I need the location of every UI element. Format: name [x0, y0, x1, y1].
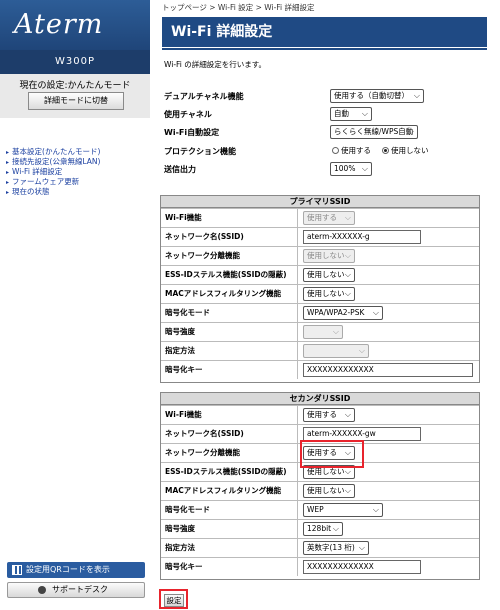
secondary-encryption-mode-select[interactable]: WEP ⌵: [303, 503, 383, 517]
nav-item-status[interactable]: ▸ 現在の状態: [6, 187, 100, 197]
chevron-down-icon: ⌵: [332, 327, 339, 336]
primary-method-select[interactable]: ⌵: [303, 344, 369, 358]
protection-radio-off[interactable]: 使用しない: [382, 145, 429, 156]
sidebar-nav: ▸ 基本設定(かんたんモード) ▸ 接続先設定(公衆無線LAN) ▸ Wi-Fi 詳細…: [6, 147, 100, 197]
table-row: 暗号化キー XXXXXXXXXXXXX: [161, 557, 479, 576]
tx-power-select[interactable]: 100% ⌵: [330, 162, 372, 176]
secondary-mac-filter-select[interactable]: 使用しない ⌵: [303, 484, 355, 498]
qr-icon: [12, 565, 22, 575]
protection-radio-use[interactable]: 使用する: [332, 145, 371, 156]
table-row: ネットワーク名(SSID) aterm-XXXXXX-g: [161, 227, 479, 246]
nav-item-wifi-detail[interactable]: ▸ Wi-Fi 詳細設定: [6, 167, 100, 177]
auto-setup-select[interactable]: らくらく無線/WPS自動 ⌵: [330, 125, 418, 139]
switch-mode-button[interactable]: 詳細モードに切替: [28, 92, 124, 110]
bullet-icon: ▸: [6, 149, 10, 156]
channel-label: 使用チャネル: [164, 110, 212, 119]
nav-item-basic[interactable]: ▸ 基本設定(かんたんモード): [6, 147, 100, 157]
radio-icon: [332, 147, 339, 154]
primary-stealth-select[interactable]: 使用しない ⌵: [303, 268, 355, 282]
chevron-down-icon: ⌵: [372, 308, 379, 317]
chevron-down-icon: ⌵: [372, 505, 379, 514]
channel-select[interactable]: 自動 ⌵: [330, 107, 372, 121]
table-row: MACアドレスフィルタリング機能 使用しない ⌵: [161, 284, 479, 303]
table-row: Wi-Fi機能 使用する ⌵: [161, 208, 479, 227]
radio-selected-icon: [382, 147, 389, 154]
primary-encryption-mode-select[interactable]: WPA/WPA2-PSK ⌵: [303, 306, 383, 320]
support-icon: [38, 586, 46, 594]
chevron-down-icon: ⌵: [344, 251, 351, 260]
bullet-icon: ▸: [6, 159, 10, 166]
table-row: 指定方法 英数字(13 桁) ⌵: [161, 538, 479, 557]
chevron-down-icon: ⌵: [344, 289, 351, 298]
secondary-method-select[interactable]: 英数字(13 桁) ⌵: [303, 541, 369, 555]
page-description: Wi-Fi の詳細設定を行います。: [164, 60, 267, 69]
primary-encryption-strength-select[interactable]: ⌵: [303, 325, 343, 339]
secondary-ssid-header: セカンダリSSID: [161, 393, 479, 405]
title-divider: [162, 48, 487, 50]
table-row: 暗号化モード WPA/WPA2-PSK ⌵: [161, 303, 479, 322]
primary-ssid-input[interactable]: aterm-XXXXXX-g: [303, 230, 421, 244]
chevron-down-icon: ⌵: [344, 486, 351, 495]
main-content: トップページ > Wi-Fi 設定 > Wi-Fi 詳細設定 Wi-Fi 詳細設…: [150, 0, 500, 610]
auto-setup-label: Wi-Fi自動設定: [164, 128, 220, 137]
chevron-down-icon: ⌵: [358, 543, 365, 552]
chevron-down-icon: ⌵: [332, 524, 339, 533]
page-title: Wi-Fi 詳細設定: [162, 17, 487, 47]
tx-power-label: 送信出力: [164, 165, 196, 174]
channel-row: 使用チャネル 自動 ⌵: [150, 106, 500, 124]
chevron-down-icon: ⌵: [344, 270, 351, 279]
chevron-down-icon: ⌵: [407, 127, 414, 136]
mode-panel: 現在の設定:かんたんモード 詳細モードに切替: [0, 74, 150, 118]
nav-item-firmware[interactable]: ▸ ファームウェア更新: [6, 177, 100, 187]
chevron-down-icon: ⌵: [358, 346, 365, 355]
model-name: W300P: [0, 50, 150, 74]
tx-power-row: 送信出力 100% ⌵: [150, 161, 500, 179]
support-desk-button[interactable]: サポートデスク: [7, 582, 145, 598]
chevron-down-icon: ⌵: [361, 109, 368, 118]
nav-item-public-lan[interactable]: ▸ 接続先設定(公衆無線LAN): [6, 157, 100, 167]
auto-setup-row: Wi-Fi自動設定 らくらく無線/WPS自動 ⌵: [150, 124, 500, 142]
highlight-box: [300, 440, 364, 468]
primary-wifi-select[interactable]: 使用する ⌵: [303, 211, 355, 225]
qr-code-button[interactable]: 設定用QRコードを表示: [7, 562, 145, 578]
table-row: ネットワーク分離機能 使用しない ⌵: [161, 246, 479, 265]
primary-ssid-table: プライマリSSID Wi-Fi機能 使用する ⌵ ネットワーク名(SSID) ater…: [160, 195, 480, 383]
chevron-down-icon: ⌵: [361, 164, 368, 173]
highlight-box: [159, 589, 188, 609]
table-row: MACアドレスフィルタリング機能 使用しない ⌵: [161, 481, 479, 500]
bullet-icon: ▸: [6, 189, 10, 196]
table-row: ESS-IDステルス機能(SSIDの隠蔽) 使用しない ⌵: [161, 265, 479, 284]
protection-row: プロテクション機能 使用する 使用しない: [150, 143, 500, 161]
table-row: 指定方法 ⌵: [161, 341, 479, 360]
secondary-ssid-table: セカンダリSSID Wi-Fi機能 使用する ⌵ ネットワーク名(SSID) ater…: [160, 392, 480, 580]
secondary-encryption-key-input[interactable]: XXXXXXXXXXXXX: [303, 560, 421, 574]
bullet-icon: ▸: [6, 179, 10, 186]
table-row: 暗号化モード WEP ⌵: [161, 500, 479, 519]
dual-channel-label: デュアルチャネル機能: [164, 92, 244, 101]
current-mode-text: 現在の設定:かんたんモード: [19, 81, 131, 91]
dual-channel-select[interactable]: 使用する（自動切替） ⌵: [330, 89, 424, 103]
aterm-logo: Aterm: [0, 0, 150, 50]
table-row: 暗号化キー XXXXXXXXXXXXX: [161, 360, 479, 379]
bullet-icon: ▸: [6, 169, 10, 176]
breadcrumb[interactable]: トップページ > Wi-Fi 設定 > Wi-Fi 詳細設定: [162, 2, 315, 13]
dual-channel-row: デュアルチャネル機能 使用する（自動切替） ⌵: [150, 88, 500, 106]
chevron-down-icon: ⌵: [413, 91, 420, 100]
primary-ssid-header: プライマリSSID: [161, 196, 479, 208]
secondary-encryption-strength-select[interactable]: 128bit ⌵: [303, 522, 343, 536]
chevron-down-icon: ⌵: [344, 213, 351, 222]
primary-encryption-key-input[interactable]: XXXXXXXXXXXXX: [303, 363, 473, 377]
primary-separation-select[interactable]: 使用しない ⌵: [303, 249, 355, 263]
table-row: 暗号強度 128bit ⌵: [161, 519, 479, 538]
secondary-ssid-input[interactable]: aterm-XXXXXX-gw: [303, 427, 421, 441]
sidebar: Aterm W300P 現在の設定:かんたんモード 詳細モードに切替 ▸ 基本設定…: [0, 0, 150, 610]
primary-mac-filter-select[interactable]: 使用しない ⌵: [303, 287, 355, 301]
protection-label: プロテクション機能: [164, 147, 236, 156]
table-row: 暗号強度 ⌵: [161, 322, 479, 341]
chevron-down-icon: ⌵: [344, 410, 351, 419]
secondary-wifi-select[interactable]: 使用する ⌵: [303, 408, 355, 422]
table-row: Wi-Fi機能 使用する ⌵: [161, 405, 479, 424]
